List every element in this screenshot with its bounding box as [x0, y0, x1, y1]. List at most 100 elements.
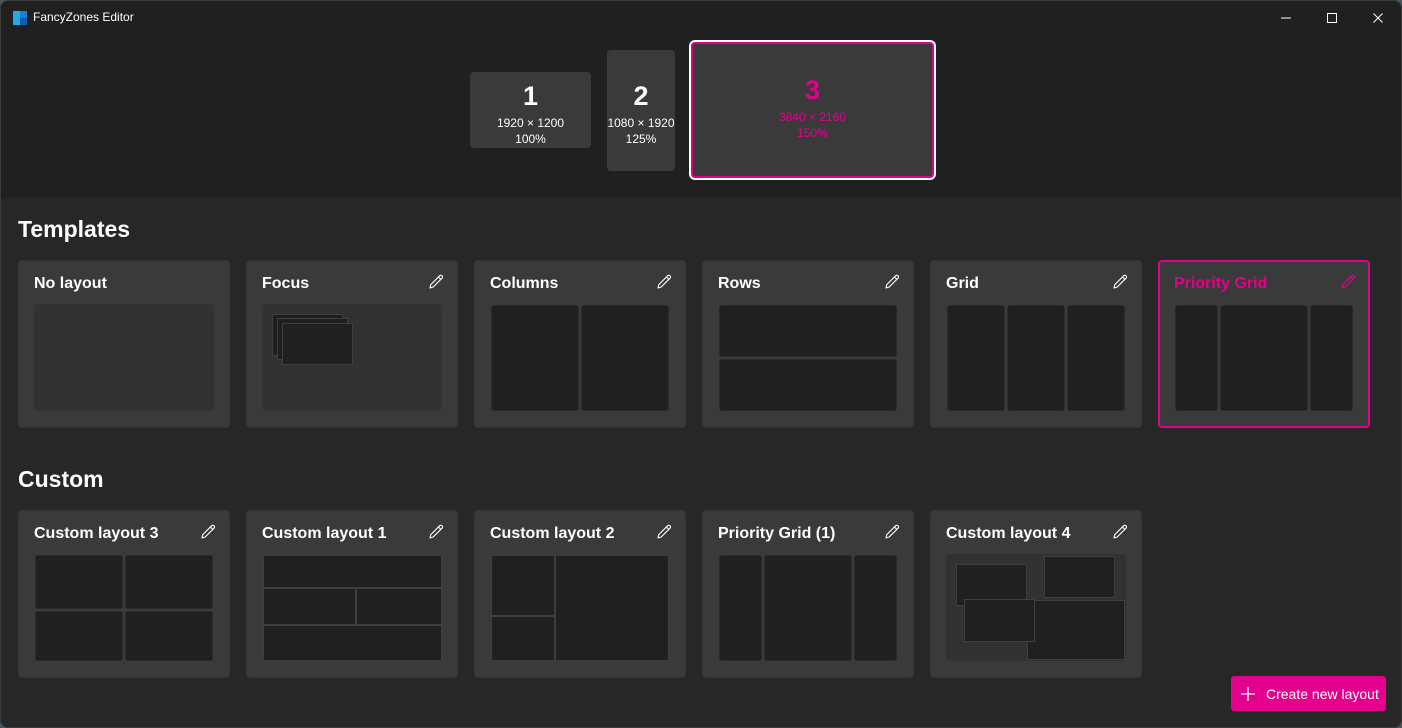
zone — [1067, 305, 1125, 411]
zone — [719, 305, 897, 357]
custom-card-priority-grid-1[interactable]: Priority Grid (1) — [702, 510, 914, 678]
minimize-icon — [1281, 17, 1291, 19]
zone — [719, 359, 897, 411]
zone — [35, 555, 123, 609]
layout-preview-priority-grid — [718, 554, 898, 661]
layout-preview-priority-grid — [1174, 304, 1354, 411]
zone — [125, 555, 213, 609]
zone — [263, 588, 356, 625]
layout-preview-2x2-grid — [34, 554, 214, 661]
edit-pencil-icon[interactable] — [883, 523, 901, 541]
zone — [1310, 305, 1353, 411]
zone — [125, 611, 213, 661]
monitor-selector: 1 1920 × 1200 100% 2 1080 × 1920 125% 3 … — [1, 35, 1401, 198]
card-title: Priority Grid (1) — [718, 525, 836, 542]
zone — [491, 616, 555, 661]
close-button[interactable] — [1355, 1, 1401, 35]
card-title: Custom layout 3 — [34, 525, 159, 542]
card-title: No layout — [34, 275, 107, 292]
monitor-scale: 150% — [797, 126, 828, 140]
custom-card-custom-layout-3[interactable]: Custom layout 3 — [18, 510, 230, 678]
edit-pencil-icon[interactable] — [883, 273, 901, 291]
template-card-rows[interactable]: Rows — [702, 260, 914, 428]
zone — [764, 555, 852, 661]
zone — [854, 555, 897, 661]
monitor-1[interactable]: 1 1920 × 1200 100% — [470, 72, 591, 148]
custom-heading: Custom — [18, 466, 104, 492]
create-new-layout-label: Create new layout — [1266, 685, 1379, 702]
close-icon — [1373, 13, 1383, 23]
zone — [491, 305, 579, 411]
monitor-3[interactable]: 3 3840 × 2160 150% — [691, 42, 934, 178]
card-title: Columns — [490, 275, 559, 292]
zone — [555, 555, 669, 661]
card-title: Custom layout 4 — [946, 525, 1071, 542]
edit-pencil-icon[interactable] — [427, 273, 445, 291]
minimize-button[interactable] — [1263, 1, 1309, 35]
create-new-layout-button[interactable]: Create new layout — [1231, 676, 1386, 711]
monitor-number: 2 — [633, 81, 649, 111]
monitor-resolution: 3840 × 2160 — [778, 110, 847, 124]
zone — [1007, 305, 1065, 411]
custom-card-custom-layout-1[interactable]: Custom layout 1 — [246, 510, 458, 678]
edit-pencil-icon[interactable] — [1111, 523, 1129, 541]
zone — [581, 305, 669, 411]
template-card-no-layout[interactable]: No layout — [18, 260, 230, 428]
zone — [719, 555, 762, 661]
maximize-icon — [1327, 13, 1337, 23]
custom-card-custom-layout-4[interactable]: Custom layout 4 — [930, 510, 1142, 678]
custom-card-custom-layout-2[interactable]: Custom layout 2 — [474, 510, 686, 678]
card-title: Focus — [262, 275, 310, 292]
layout-preview-row-split-row — [262, 554, 442, 661]
edit-pencil-icon[interactable] — [1111, 273, 1129, 291]
monitor-scale: 125% — [625, 132, 657, 146]
layout-preview-grid — [946, 304, 1126, 411]
zone — [1027, 600, 1125, 660]
layout-preview-rows — [718, 304, 898, 411]
monitor-number: 1 — [522, 81, 539, 111]
zone — [263, 625, 442, 661]
monitor-number: 3 — [804, 75, 821, 105]
zone — [282, 323, 353, 365]
edit-pencil-icon[interactable] — [427, 523, 445, 541]
card-title: Custom layout 1 — [262, 525, 387, 542]
plus-icon — [1241, 686, 1255, 701]
layout-preview-blank — [34, 304, 214, 411]
edit-pencil-icon[interactable] — [199, 523, 217, 541]
zone — [356, 588, 442, 625]
layout-preview-left-stack-right — [490, 554, 670, 661]
fancyzones-editor-window: FancyZones Editor 1 1920 × 1200 100% 2 1… — [0, 0, 1402, 728]
zone — [947, 305, 1005, 411]
zone — [491, 555, 555, 616]
templates-heading: Templates — [18, 216, 131, 242]
layouts-panel: Templates No layout Focus Columns Rows G… — [1, 198, 1401, 727]
zone — [1175, 305, 1218, 411]
template-card-focus[interactable]: Focus — [246, 260, 458, 428]
maximize-button[interactable] — [1309, 1, 1355, 35]
edit-pencil-icon[interactable] — [1339, 273, 1357, 291]
template-card-grid[interactable]: Grid — [930, 260, 1142, 428]
card-title: Grid — [946, 275, 979, 292]
edit-pencil-icon[interactable] — [655, 273, 673, 291]
zone — [1220, 305, 1308, 411]
title-bar: FancyZones Editor — [1, 1, 1401, 35]
zone — [263, 555, 442, 588]
layout-preview-columns — [490, 304, 670, 411]
zone — [35, 611, 123, 661]
edit-pencil-icon[interactable] — [655, 523, 673, 541]
window-title: FancyZones Editor — [33, 10, 134, 24]
monitor-2[interactable]: 2 1080 × 1920 125% — [607, 50, 675, 171]
layout-preview-canvas-overlap — [946, 554, 1126, 661]
layout-preview-focus — [262, 304, 442, 411]
fancyzones-app-icon — [13, 11, 27, 25]
monitor-scale: 100% — [515, 132, 546, 146]
zone — [1044, 556, 1115, 598]
card-title: Priority Grid — [1174, 275, 1268, 292]
template-card-priority-grid[interactable]: Priority Grid — [1158, 260, 1370, 428]
template-card-columns[interactable]: Columns — [474, 260, 686, 428]
monitor-resolution: 1080 × 1920 — [607, 116, 675, 130]
monitor-resolution: 1920 × 1200 — [496, 116, 565, 130]
zone — [964, 599, 1035, 642]
card-title: Custom layout 2 — [490, 525, 615, 542]
card-title: Rows — [718, 275, 761, 292]
